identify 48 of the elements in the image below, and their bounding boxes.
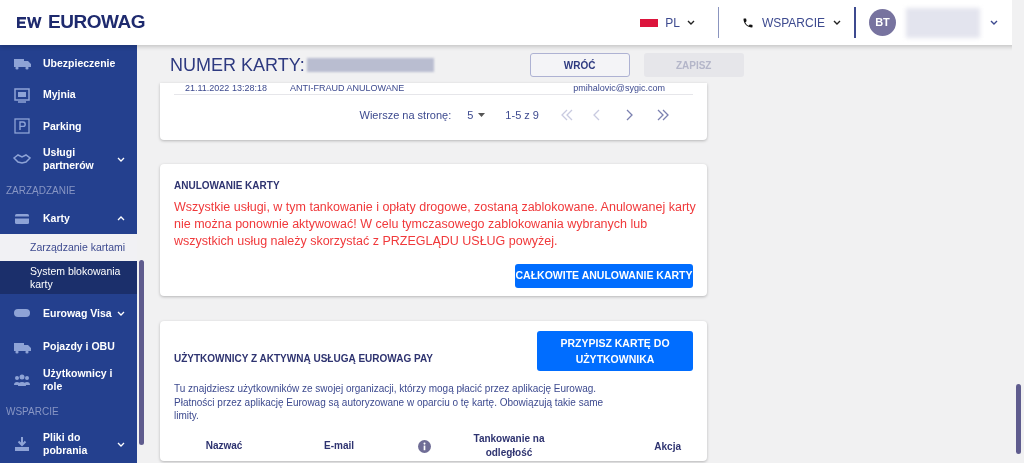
- chevron-down-icon: [833, 20, 841, 25]
- sidebar-item[interactable]: Pliki do pobrania: [43, 431, 115, 458]
- phone-icon: [741, 16, 754, 29]
- table-cell-text: ANTI-FRAUD ANULOWANE: [290, 81, 406, 95]
- column-header: Akcja: [654, 439, 681, 454]
- avatar[interactable]: BT: [869, 9, 896, 36]
- column-header: Nazwać: [204, 439, 244, 454]
- flag-icon: [640, 18, 659, 27]
- back-button[interactable]: WRÓĆ: [529, 53, 630, 77]
- download-icon: [13, 435, 31, 454]
- sidebar-subitem[interactable]: System blokowania karty: [0, 261, 137, 295]
- parking-icon: [13, 117, 31, 136]
- section-heading: ZARZĄDZANIE: [6, 184, 76, 199]
- sidebar-item[interactable]: Usługi partnerów: [43, 146, 115, 173]
- rows-per-page-label: Wiersze na stronę:: [359, 107, 452, 123]
- info-icon[interactable]: [417, 439, 431, 453]
- sidebar-item[interactable]: Pojazdy i OBU: [43, 340, 115, 354]
- section-title: ANULOWANIE KARTY: [174, 179, 281, 193]
- sidebar-item[interactable]: Parking: [43, 119, 115, 133]
- sidebar-item[interactable]: Eurowag Visa: [43, 306, 115, 320]
- sidebar-subitem[interactable]: Zarządzanie kartami: [0, 233, 137, 262]
- column-header: Tankowanie na odległość: [472, 432, 546, 461]
- warning-text: Wszystkie usługi, w tym tankowanie i opłaty drogowe, zostaną zablokowane. Anulowanej karty nie można ponownie aktywować! W celu tymczasowego zablokowania wybranych lub wszystkich usług należy skorzystać z PRZEGLĄDU USŁUG powyżej.: [174, 199, 697, 250]
- chevron-up-icon[interactable]: [117, 216, 125, 222]
- table-cell-text: pmihalovic@sygic.com: [572, 81, 666, 95]
- sidebar-item[interactable]: Użytkownicy i role: [43, 366, 115, 393]
- sidebar-item[interactable]: Ubezpieczenie: [43, 56, 115, 70]
- card-number-label: NUMER KARTY:: [170, 53, 305, 77]
- section-heading: WSPARCIE: [6, 404, 59, 419]
- logo-icon: [16, 16, 42, 29]
- cancel-card-button[interactable]: CAŁKOWITE ANULOWANIE KARTY: [515, 264, 693, 288]
- column-header: E-mail: [323, 439, 355, 454]
- description-text: Tu znajdziesz użytkowników ze swojej organizacji, którzy mogą płacić przez aplikację Eurowag. Płatności przez aplikację Eurowag są autoryzowane w oparciu o tę kartę. Obowiązują takie same limity.: [174, 382, 605, 423]
- rows-per-page-select[interactable]: 5: [467, 106, 486, 124]
- chevron-down-icon: [686, 20, 695, 25]
- table-cell-text: 21.11.2022 13:28:18: [184, 81, 268, 95]
- caret-down-icon: [478, 113, 486, 117]
- sidebar-item[interactable]: Karty: [43, 212, 115, 226]
- last-page-icon[interactable]: [655, 109, 671, 121]
- support-menu[interactable]: WSPARCIE: [741, 13, 841, 32]
- page-range: 1-5 z 9: [505, 107, 539, 123]
- language-selector[interactable]: PL: [640, 13, 695, 32]
- logo-text: EUROWAG: [48, 10, 145, 35]
- section-title: UŻYTKOWNICY Z AKTYWNĄ USŁUGĄ EUROWAG PAY: [174, 351, 433, 366]
- assign-card-button[interactable]: PRZYPISZ KARTĘ DO UŻYTKOWNIKA: [537, 331, 693, 371]
- monitor-icon: [13, 85, 31, 104]
- sidebar-item[interactable]: Myjnia: [43, 88, 115, 102]
- chevron-down-icon[interactable]: [990, 20, 998, 25]
